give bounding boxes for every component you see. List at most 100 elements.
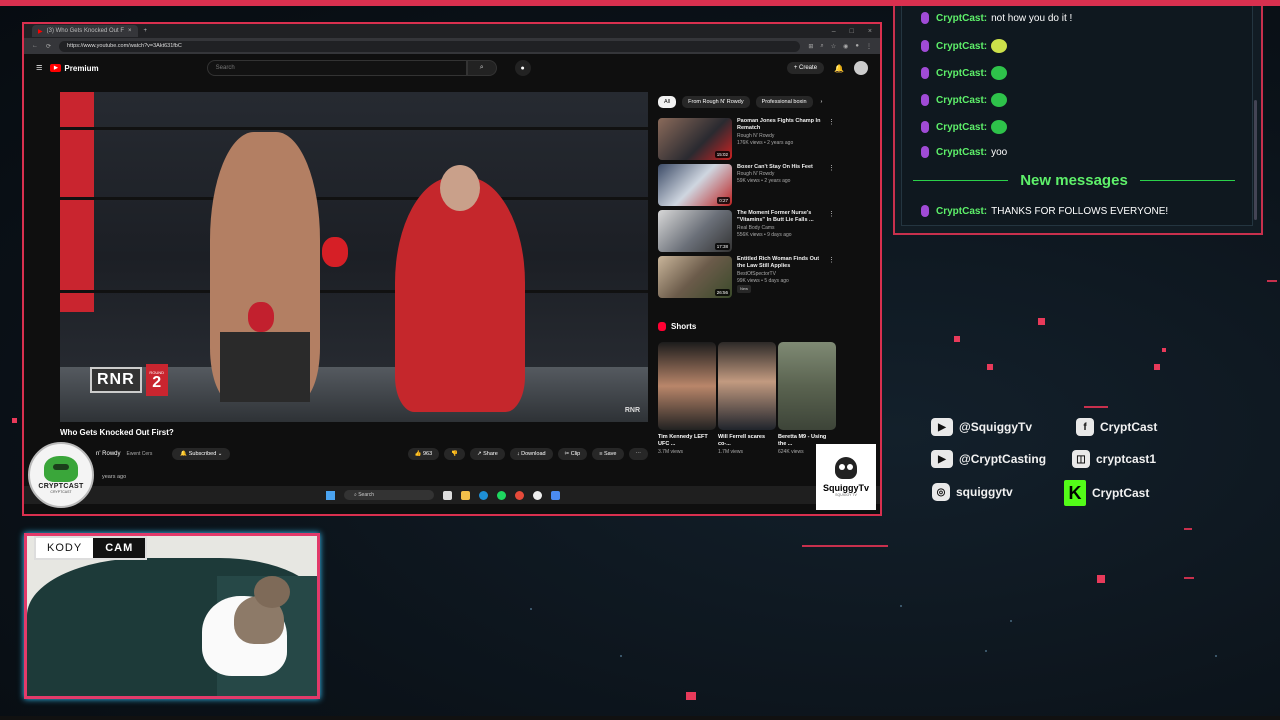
chat-username[interactable]: CryptCast: — [936, 206, 987, 217]
youtube-header: ≡ ▶ Premium Search ⌕ ● + Create 🔔 — [24, 54, 880, 82]
browser-tab[interactable]: ▶ (3) Who Gets Knocked Out F × — [32, 25, 138, 37]
chat-username[interactable]: CryptCast: — [936, 95, 987, 106]
create-button[interactable]: + Create — [786, 62, 825, 74]
close-tab-icon[interactable]: × — [128, 28, 132, 34]
more-options-icon[interactable]: ⋮ — [828, 256, 836, 298]
new-tab-icon[interactable]: + — [144, 28, 148, 34]
youtube-icon: ▶ — [931, 450, 953, 468]
url-field[interactable]: https://www.youtube.com/watch?v=3Akt631f… — [59, 40, 801, 52]
short-video[interactable]: Tim Kennedy LEFT UFC ... 3.7M views — [658, 342, 716, 455]
minimize-icon[interactable]: – — [832, 28, 836, 35]
like-button[interactable]: 👍 963 — [407, 448, 440, 460]
deco-line — [1267, 280, 1277, 282]
chevron-right-icon[interactable]: › — [819, 96, 825, 108]
search-button[interactable]: ⌕ — [466, 60, 497, 76]
video-duration: 15:02 — [714, 151, 730, 158]
video-thumbnail: 15:02 — [658, 118, 732, 160]
chrome-icon[interactable] — [515, 490, 524, 500]
bookmark-star-icon[interactable]: ☆ — [831, 43, 836, 50]
url-text: https://www.youtube.com/watch?v=3Akt631f… — [67, 43, 182, 49]
webcam-label: KODY CAM — [34, 536, 148, 560]
app-icon[interactable] — [551, 490, 560, 500]
cryptcast-logo: CRYPTCAST CRYPTCAST — [28, 442, 94, 508]
short-video[interactable]: Beretta M9 - Using the ... 624K views — [778, 342, 836, 455]
video-meta: Paoman Jones Fights Champ In Rematch Rou… — [737, 118, 823, 160]
zoom-icon[interactable]: ⌕ — [820, 43, 823, 50]
subscribed-button[interactable]: 🔔 Subscribed ⌄ — [172, 448, 231, 460]
download-button[interactable]: ↓ Download — [509, 448, 553, 460]
deco-dot — [900, 605, 902, 607]
new-badge: New — [737, 285, 752, 293]
divider-line — [913, 180, 1009, 181]
deco-line — [1084, 406, 1108, 408]
obs-icon[interactable] — [533, 490, 542, 500]
spotify-icon[interactable] — [497, 490, 506, 500]
short-video[interactable]: Will Ferrell scares co-... 1.7M views — [718, 342, 776, 455]
search-input[interactable]: Search — [206, 60, 467, 76]
chat-text: THANKS FOR FOLLOWS EVERYONE! — [991, 205, 1169, 217]
deco-square — [1154, 364, 1160, 370]
voice-search-mic-icon[interactable]: ● — [514, 60, 531, 76]
chat-username[interactable]: CryptCast: — [936, 41, 987, 52]
more-options-icon[interactable]: ⋮ — [828, 210, 836, 252]
notifications-bell-icon[interactable]: 🔔 — [834, 64, 844, 73]
cam-label-cam: CAM — [93, 538, 146, 558]
recommended-video[interactable]: 17:38 The Moment Former Nurse's "Vitamin… — [658, 210, 836, 252]
recommended-video[interactable]: 0:27 Boxer Can't Stay On His Feet Rough … — [658, 164, 836, 206]
deco-dot — [985, 650, 987, 652]
install-icon[interactable]: ⊞ — [808, 43, 813, 50]
extension-icon[interactable]: ◉ — [843, 43, 848, 50]
window-controls: – □ × — [832, 28, 880, 35]
windows-start-icon[interactable] — [326, 490, 335, 500]
chat-username[interactable]: CryptCast: — [936, 122, 987, 133]
chat-username[interactable]: CryptCast: — [936, 13, 987, 24]
chat-username[interactable]: CryptCast: — [936, 147, 987, 158]
rec-channel: BestOfSpectorTV — [737, 270, 776, 277]
deco-square — [1038, 318, 1045, 325]
recommended-video[interactable]: 15:02 Paoman Jones Fights Champ In Remat… — [658, 118, 836, 160]
dislike-button[interactable]: 👎 — [444, 448, 465, 460]
squiggytv-logo-text: SquiggyTv — [822, 483, 869, 493]
social-handle: cryptcast1 — [1096, 452, 1157, 466]
emote-green-icon — [991, 93, 1008, 107]
account-avatar[interactable] — [854, 61, 868, 75]
chip-professional-boxing[interactable]: Professional boxin — [755, 96, 813, 108]
chat-username[interactable]: CryptCast: — [936, 68, 987, 79]
hamburger-menu-icon[interactable]: ≡ — [36, 62, 42, 74]
rec-title: Boxer Can't Stay On His Feet — [737, 164, 813, 170]
edge-icon[interactable] — [479, 490, 488, 500]
deco-square — [12, 418, 17, 423]
chip-from-channel[interactable]: From Rough N' Rowdy — [682, 96, 750, 108]
task-view-icon[interactable] — [443, 490, 452, 500]
share-button[interactable]: ↗ Share — [470, 448, 505, 460]
video-player[interactable]: RNR ROUND 2 RNR — [60, 92, 648, 422]
chat-inner — [901, 4, 1253, 226]
twitch-icon: ◫ — [1072, 450, 1090, 468]
ring-corner-post — [60, 92, 94, 312]
chat-scrollbar[interactable] — [1254, 100, 1257, 220]
back-icon[interactable]: ← — [32, 43, 38, 49]
more-actions-button[interactable]: ⋯ — [628, 448, 648, 460]
chip-all[interactable]: All — [658, 96, 677, 108]
clip-button[interactable]: ✂ Clip — [557, 448, 588, 460]
taskbar-search[interactable]: ⌕ Search — [344, 490, 434, 500]
save-button[interactable]: ≡ Save — [592, 448, 624, 460]
video-watermark: RNR — [624, 407, 640, 414]
more-options-icon[interactable]: ⋮ — [828, 118, 836, 160]
video-title: Who Gets Knocked Out First? — [60, 428, 174, 437]
social-youtube-squiggy: ▶ @SquiggyTv — [931, 418, 1032, 436]
more-options-icon[interactable]: ⋮ — [828, 164, 836, 206]
file-explorer-icon[interactable] — [461, 490, 470, 500]
profile-icon[interactable]: ● — [855, 43, 859, 50]
maximize-icon[interactable]: □ — [850, 28, 854, 35]
short-thumbnail — [658, 342, 716, 430]
close-window-icon[interactable]: × — [868, 28, 872, 35]
share-label: Share — [483, 451, 498, 457]
recommended-video[interactable]: 26:56 Entitled Rich Woman Finds Out the … — [658, 256, 836, 298]
channel-name[interactable]: n' Rowdy — [96, 451, 121, 457]
chat-message: CryptCast: — [921, 66, 1008, 80]
menu-dots-icon[interactable]: ⋮ — [866, 43, 872, 50]
youtube-logo[interactable]: ▶ Premium — [50, 64, 99, 73]
deco-dot — [620, 655, 622, 657]
reload-icon[interactable]: ⟳ — [46, 43, 51, 50]
